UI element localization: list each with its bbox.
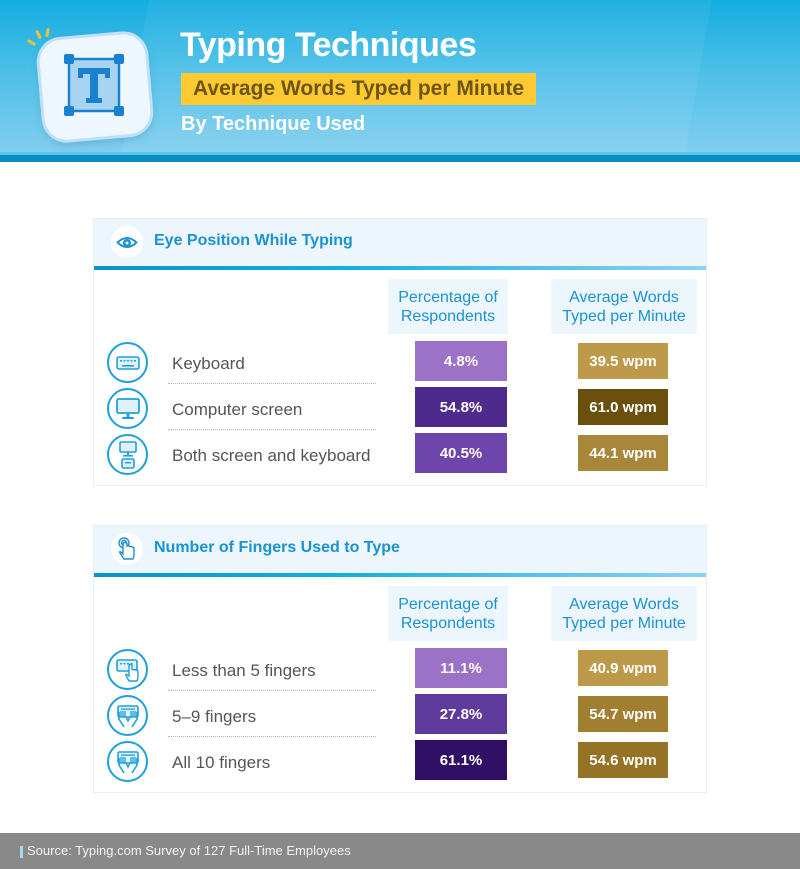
section-fingers-used: Number of Fingers Used to Type Percentag… (93, 525, 707, 793)
wpm-value: 61.0 wpm (578, 389, 668, 425)
column-header-percentage: Percentage of Respondents (388, 279, 508, 334)
column-header-wpm: Average Words Typed per Minute (551, 586, 697, 641)
row-label: Both screen and keyboard (172, 446, 371, 465)
row-label: 5–9 fingers (172, 707, 257, 726)
section-header: Eye Position While Typing (94, 219, 706, 266)
wpm-value: 54.6 wpm (578, 742, 668, 778)
wpm-value: 44.1 wpm (578, 435, 668, 471)
footer-accent (20, 846, 23, 858)
monitor-icon (107, 388, 148, 429)
percentage-value: 11.1% (415, 648, 507, 688)
row-divider (168, 736, 376, 737)
section-rule (94, 573, 706, 577)
wpm-value: 54.7 wpm (578, 696, 668, 732)
section-rule (94, 266, 706, 270)
two-hands-typing-icon (107, 695, 148, 736)
section-header: Number of Fingers Used to Type (94, 526, 706, 573)
screen-and-keyboard-icon (107, 434, 148, 475)
row-divider (168, 690, 376, 691)
wpm-value: 40.9 wpm (578, 650, 668, 686)
wpm-value: 39.5 wpm (578, 343, 668, 379)
keyboard-icon (107, 342, 148, 383)
page-byline: By Technique Used (181, 113, 366, 135)
row-label: All 10 fingers (172, 753, 271, 772)
column-header-wpm: Average Words Typed per Minute (551, 279, 697, 334)
header-divider (0, 152, 800, 162)
percentage-value: 4.8% (415, 341, 507, 381)
ten-fingers-typing-icon (107, 741, 148, 782)
row-label: Computer screen (172, 400, 303, 419)
percentage-value: 61.1% (415, 740, 507, 780)
header-banner: Typing Techniques Average Words Typed pe… (0, 0, 800, 158)
section-title: Eye Position While Typing (154, 232, 353, 249)
source-note: Source: Typing.com Survey of 127 Full-Ti… (27, 843, 351, 858)
footer: Source: Typing.com Survey of 127 Full-Ti… (0, 833, 800, 869)
row-divider (168, 383, 376, 384)
page-subtitle: Average Words Typed per Minute (181, 73, 537, 105)
row-label: Less than 5 fingers (172, 661, 316, 680)
percentage-value: 54.8% (415, 387, 507, 427)
finger-tap-icon (111, 533, 143, 565)
text-tool-icon (64, 54, 124, 116)
one-hand-typing-icon (107, 649, 148, 690)
section-eye-position: Eye Position While Typing Percentage of … (93, 218, 707, 486)
row-label: Keyboard (172, 354, 245, 373)
eye-icon (111, 226, 143, 258)
page-title: Typing Techniques (180, 26, 477, 64)
percentage-value: 27.8% (415, 694, 507, 734)
row-divider (168, 429, 376, 430)
percentage-value: 40.5% (415, 433, 507, 473)
column-header-percentage: Percentage of Respondents (388, 586, 508, 641)
section-title: Number of Fingers Used to Type (154, 539, 400, 556)
